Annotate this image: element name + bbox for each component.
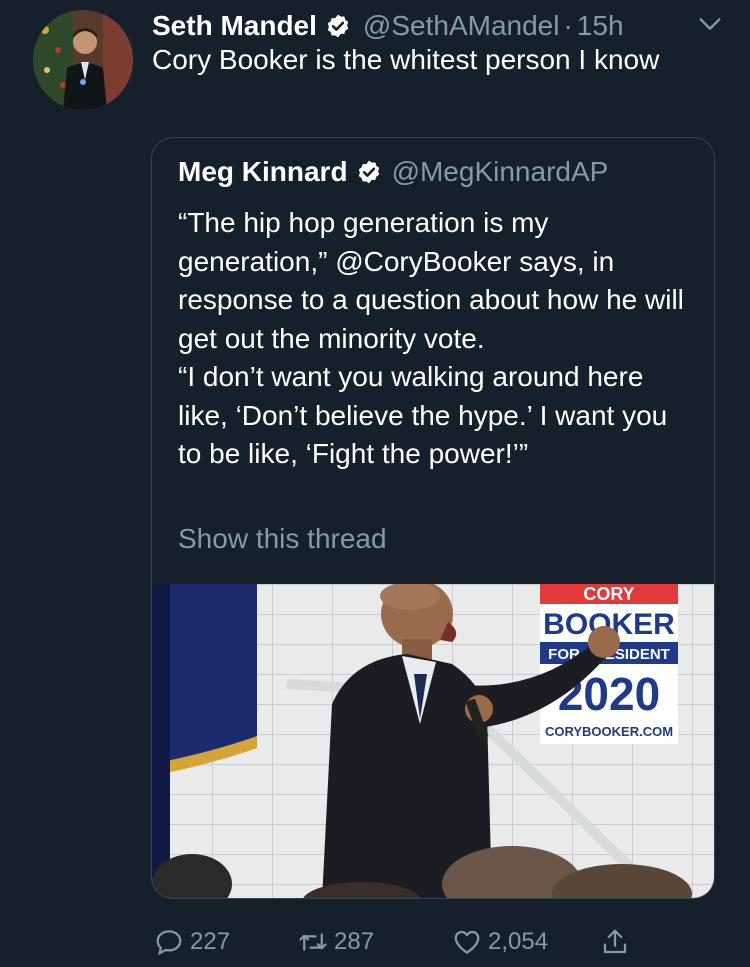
quoted-author-name: Meg Kinnard [178, 156, 348, 187]
avatar[interactable] [33, 10, 133, 110]
quoted-tweet[interactable]: Meg Kinnard @MegKinnardAP “The hip hop g… [151, 137, 715, 899]
like-button[interactable]: 2,054 [452, 920, 548, 964]
quoted-paragraph: “The hip hop generation is my generation… [178, 207, 684, 354]
tweet-time[interactable]: 15h [577, 10, 624, 42]
quoted-author-handle: @MegKinnardAP [391, 156, 609, 187]
share-icon [603, 929, 627, 954]
tweet-header: Seth Mandel @SethAMandel · 15h [152, 6, 730, 46]
author-handle[interactable]: @SethAMandel [363, 10, 560, 42]
reply-button[interactable]: 227 [154, 920, 230, 964]
sign-top: CORY [583, 584, 634, 604]
retweet-icon [299, 933, 327, 951]
quoted-paragraph: “I don’t want you walking around here li… [178, 361, 668, 469]
reply-icon [156, 930, 182, 956]
action-bar: 227 287 2,054 [0, 920, 750, 964]
chevron-down-icon[interactable] [696, 10, 724, 38]
verified-badge-icon [327, 14, 349, 38]
show-thread-link[interactable]: Show this thread [178, 523, 387, 555]
retweet-count: 287 [334, 928, 375, 955]
quoted-text: “The hip hop generation is my generation… [178, 204, 698, 474]
quoted-header: Meg Kinnard @MegKinnardAP [178, 156, 608, 188]
author-name[interactable]: Seth Mandel [152, 10, 317, 42]
like-count: 2,054 [488, 928, 549, 955]
tweet-text: Cory Booker is the whitest person I know [152, 44, 660, 75]
reply-count: 227 [190, 928, 231, 955]
verified-badge-icon [358, 160, 379, 184]
retweet-button[interactable]: 287 [298, 920, 374, 964]
share-button[interactable] [600, 920, 636, 964]
avatar-photo [33, 10, 133, 110]
sign-url: CORYBOOKER.COM [545, 724, 673, 739]
tweet-photo[interactable]: CORY BOOKER FOR PRESIDENT 2020 CORYBOOKE… [152, 584, 715, 899]
separator: · [563, 10, 573, 41]
heart-icon [454, 930, 480, 954]
